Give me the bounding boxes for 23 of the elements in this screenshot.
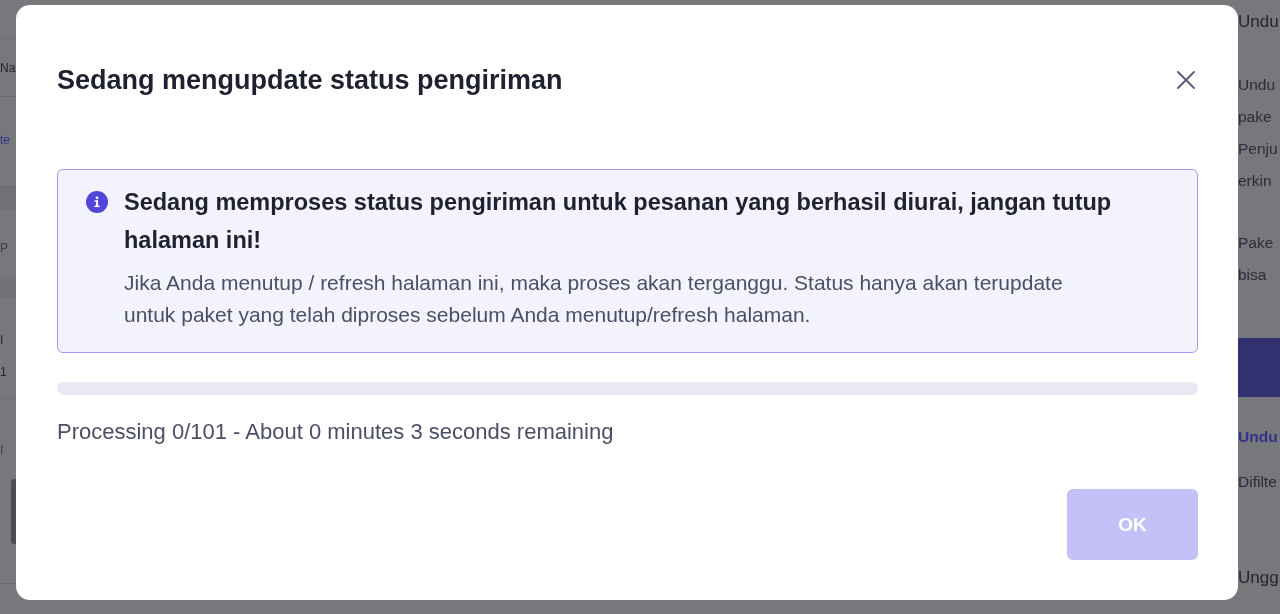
partial-text: Difilte bbox=[1238, 472, 1277, 492]
info-icon bbox=[86, 191, 108, 213]
partial-text: Undu bbox=[1238, 75, 1277, 95]
close-button[interactable] bbox=[1177, 71, 1195, 89]
partial-text: pake bbox=[1238, 107, 1273, 127]
partial-text: Pake bbox=[1238, 233, 1274, 253]
table-text: 1 bbox=[0, 364, 7, 381]
download-link[interactable]: Undu bbox=[1238, 421, 1278, 453]
table-label: P bbox=[0, 240, 8, 257]
partial-text: erkin bbox=[1238, 171, 1273, 191]
close-icon bbox=[1177, 71, 1195, 89]
alert-title: Sedang memproses status pengiriman untuk pesanan yang berhasil diurai, jangan tutup halaman ini! bbox=[124, 188, 1113, 255]
photo-placeholder bbox=[11, 479, 16, 544]
table-text: Na bbox=[0, 60, 16, 77]
progress-status: Processing 0/101 - About 0 minutes 3 seconds remaining bbox=[57, 418, 615, 446]
section-heading: Ungg bbox=[1238, 567, 1279, 589]
alert-message: Jika Anda menutup / refresh halaman ini, maka proses akan terganggu. Status hanya akan terupdate untuk paket yang telah diproses sebelum Anda menutup/refresh halaman. bbox=[124, 270, 1064, 328]
partial-text: Penju bbox=[1238, 139, 1278, 159]
section-heading: Undu bbox=[1238, 11, 1279, 33]
table-text: I bbox=[0, 332, 4, 349]
table-link[interactable]: te bbox=[0, 130, 10, 150]
dialog-title: Sedang mengupdate status pengiriman bbox=[57, 64, 563, 97]
partial-text: bisa bbox=[1238, 265, 1268, 285]
